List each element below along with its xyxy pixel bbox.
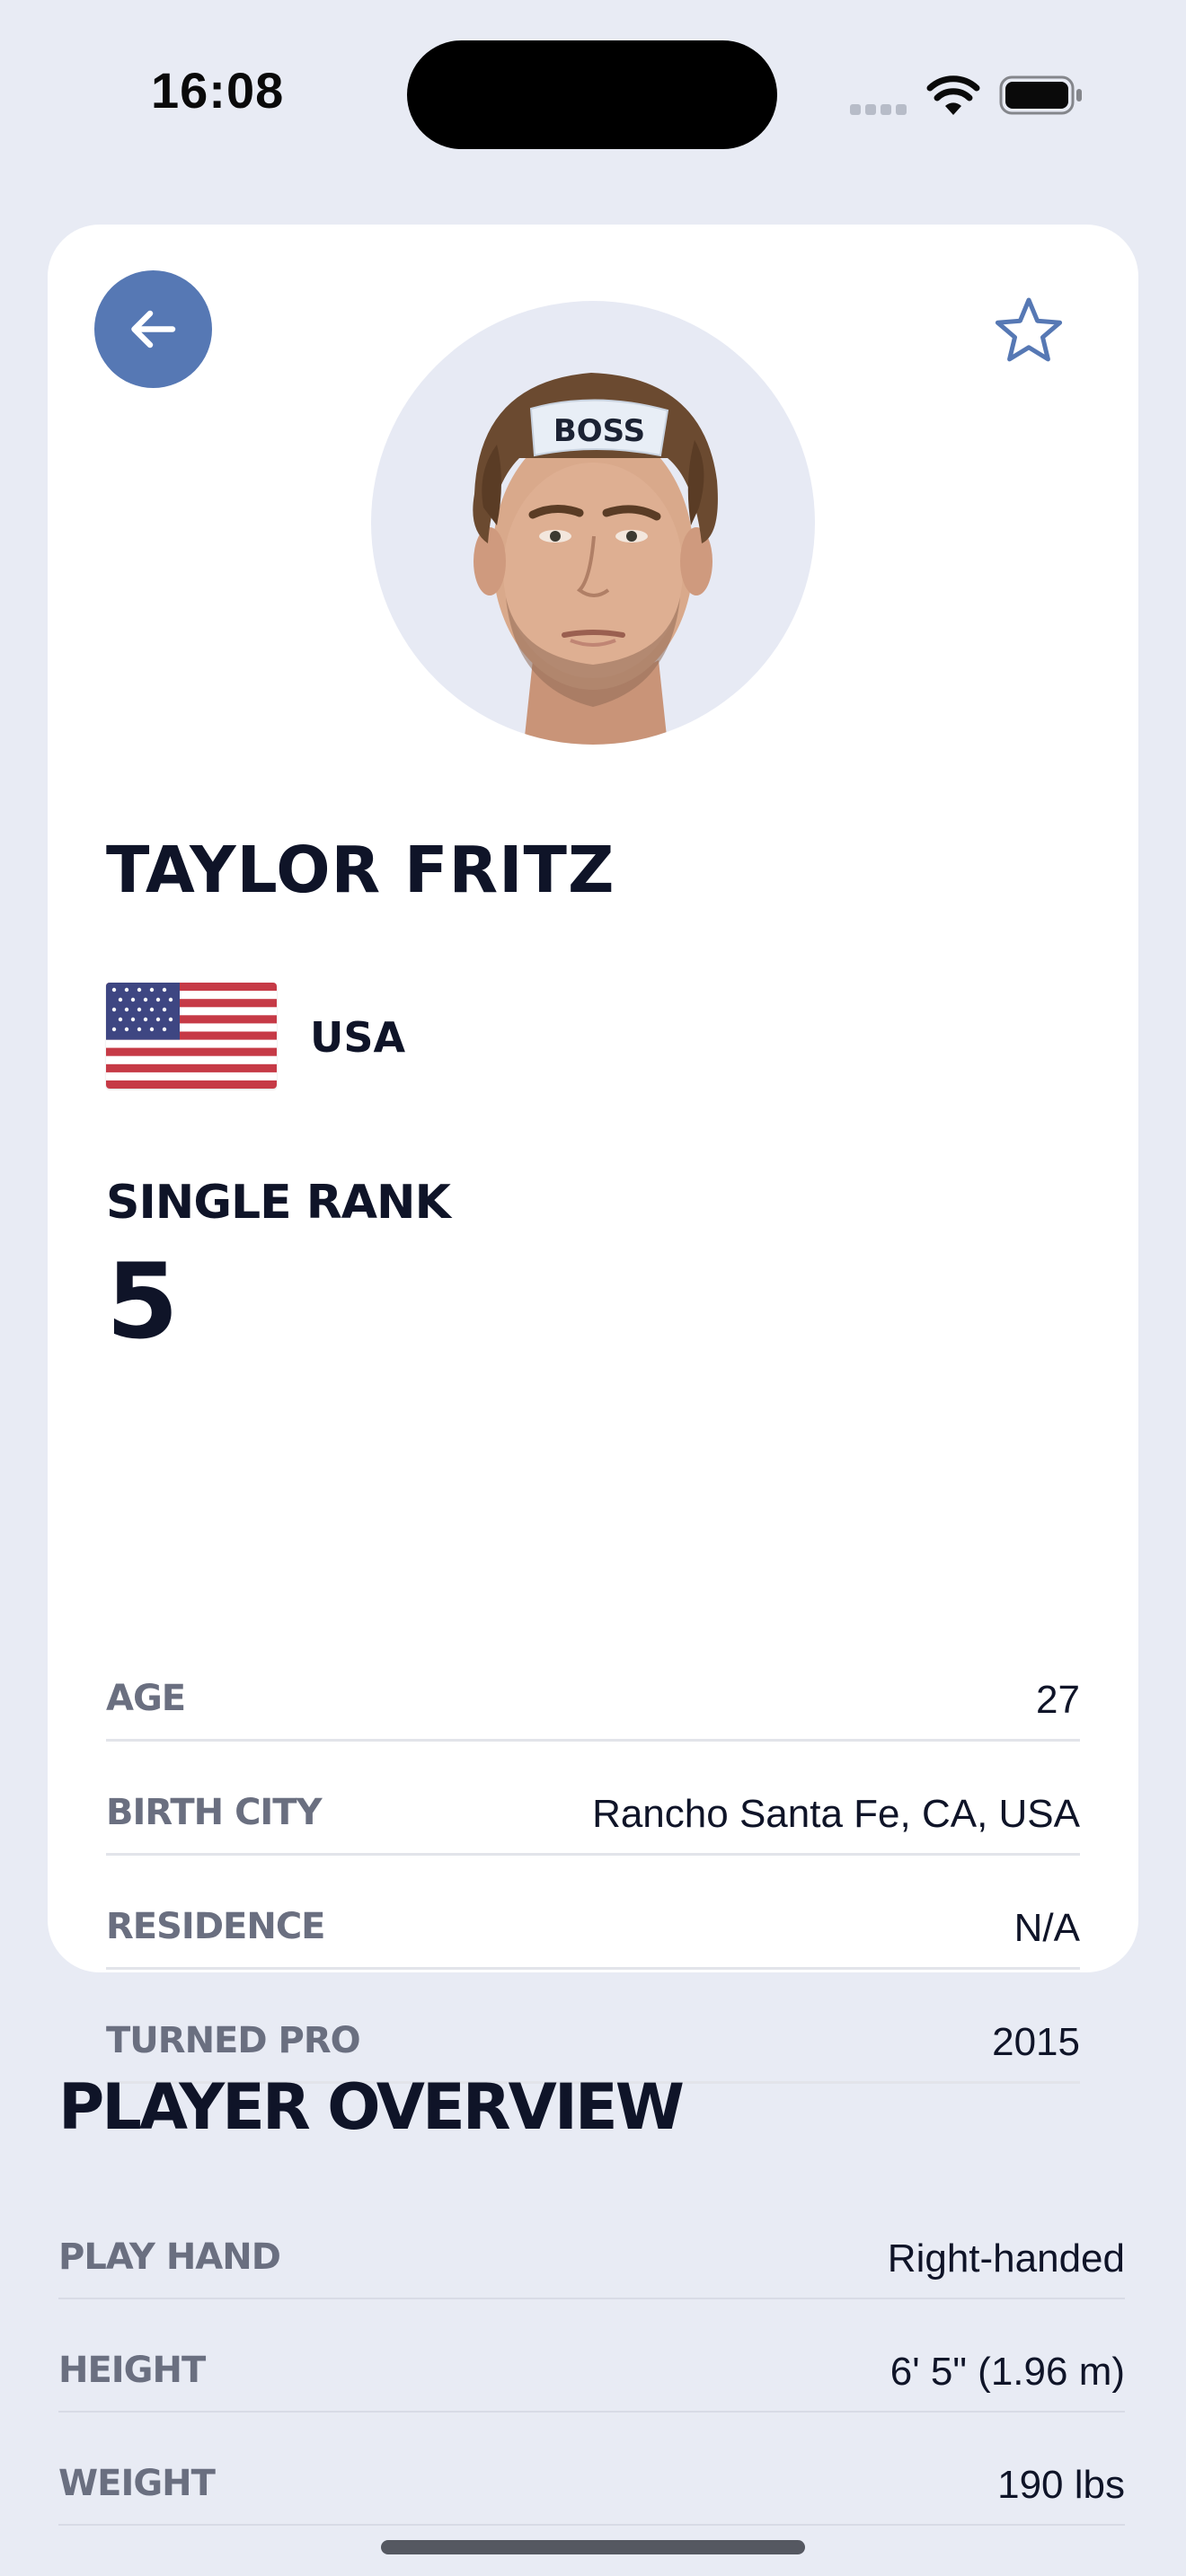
detail-row-residence: RESIDENCE N/A [106,1856,1080,1970]
arrow-left-icon [131,310,176,348]
player-details-list: AGE 27 BIRTH CITY Rancho Santa Fe, CA, U… [106,1628,1080,2084]
player-name: TAYLOR FRITZ [106,833,615,907]
detail-label: BIRTH CITY [106,1792,323,1833]
rank-label: SINGLE RANK [106,1176,451,1230]
wifi-icon [926,75,980,115]
player-photo: BOSS [473,373,718,745]
detail-value: N/A [1013,1906,1080,1950]
overview-row-height: HEIGHT 6' 5" (1.96 m) [58,2299,1125,2413]
status-time: 16:08 [151,62,285,119]
overview-row-play-hand: PLAY HAND Right-handed [58,2186,1125,2299]
detail-value: 27 [1036,1678,1080,1722]
overview-label: HEIGHT [58,2350,206,2391]
detail-row-turned-pro: TURNED PRO 2015 [106,1970,1080,2084]
detail-label: RESIDENCE [106,1906,325,1947]
player-overview-list: PLAY HAND Right-handed HEIGHT 6' 5" (1.9… [58,2186,1125,2526]
rank-value: 5 [106,1241,179,1363]
overview-value: 190 lbs [997,2463,1125,2507]
detail-label: AGE [106,1678,186,1719]
star-outline-icon[interactable] [993,295,1065,366]
overview-label: WEIGHT [58,2463,216,2504]
section-title-player-overview: PLAYER OVERVIEW [58,2070,685,2144]
detail-label: TURNED PRO [106,2020,361,2061]
back-button[interactable] [94,270,212,388]
home-indicator[interactable] [381,2540,805,2554]
us-flag-icon [106,983,277,1089]
dynamic-island [407,40,777,149]
overview-value: Right-handed [887,2236,1125,2280]
detail-row-age: AGE 27 [106,1628,1080,1742]
status-bar: 16:08 [0,0,1186,180]
overview-label: PLAY HAND [58,2236,281,2278]
overview-value: 6' 5" (1.96 m) [890,2350,1125,2394]
detail-row-birth-city: BIRTH CITY Rancho Santa Fe, CA, USA [106,1742,1080,1856]
country-name: USA [310,1013,406,1062]
battery-icon [999,75,1082,115]
detail-value: 2015 [992,2020,1080,2064]
headband-logo: BOSS [553,413,645,449]
overview-row-weight: WEIGHT 190 lbs [58,2413,1125,2526]
cellular-signal-icon [850,104,907,115]
player-avatar: BOSS [371,301,815,745]
detail-value: Rancho Santa Fe, CA, USA [592,1792,1080,1836]
player-card: BOSS TAYLOR FRITZ USA SINGLE RANK 5 AGE … [48,225,1138,2084]
